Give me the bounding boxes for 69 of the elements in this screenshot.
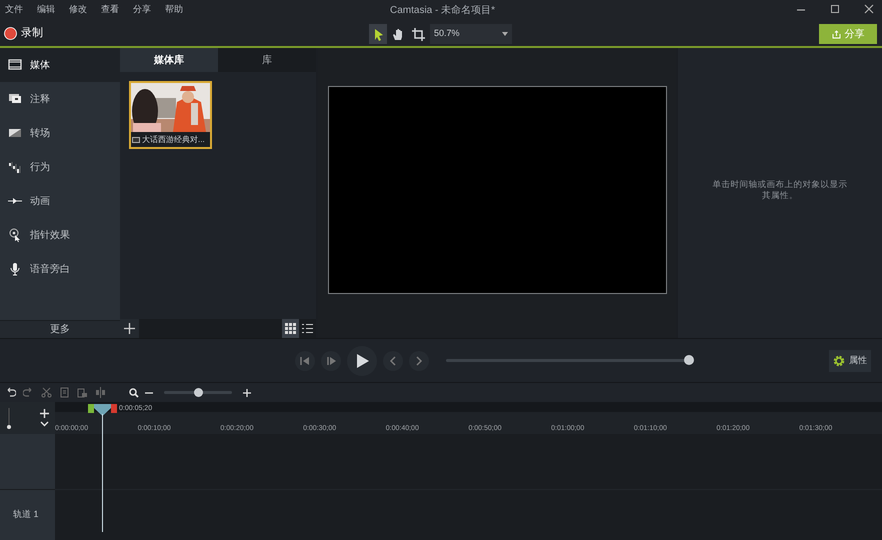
sidebar-item[interactable]: 行为 — [0, 150, 120, 184]
maximize-icon[interactable] — [830, 4, 840, 14]
microphone-icon — [8, 262, 22, 276]
redo-icon — [23, 387, 34, 398]
previous-frame-button[interactable] — [295, 351, 315, 371]
menu-item[interactable]: 查看 — [100, 3, 120, 17]
toolbar-button[interactable] — [5, 387, 16, 398]
plus-icon — [124, 323, 135, 334]
crop-icon — [410, 26, 426, 42]
scissors-icon — [41, 387, 52, 398]
tab[interactable]: 媒体库 — [120, 48, 218, 72]
tool-button[interactable] — [369, 24, 387, 44]
grid-view-button[interactable] — [282, 319, 299, 338]
in-point-marker[interactable] — [88, 404, 94, 413]
properties-button[interactable]: 属性 — [829, 350, 871, 372]
transition-icon — [8, 126, 22, 140]
record-icon — [4, 26, 17, 40]
tab[interactable]: 库 — [218, 48, 316, 72]
chevron-right-icon — [414, 356, 424, 366]
plus-icon[interactable] — [40, 409, 49, 418]
speech-bubble-icon — [8, 92, 22, 106]
plus-icon[interactable] — [243, 388, 251, 396]
split-icon — [95, 387, 106, 398]
zoom-dropdown[interactable]: 50.7% — [430, 24, 512, 44]
list-icon — [302, 323, 313, 334]
sidebar-item[interactable]: 语音旁白 — [0, 252, 120, 286]
window-title: Camtasia - 未命名项目* — [390, 4, 496, 18]
copy-icon — [59, 387, 70, 398]
sidebar-item[interactable]: 指针效果 — [0, 218, 120, 252]
cursor-icon — [8, 228, 22, 242]
sidebar-item[interactable]: 注释 — [0, 82, 120, 116]
next-frame-button[interactable] — [321, 351, 341, 371]
media-thumbnail[interactable]: 大话西游经典对... — [129, 81, 212, 149]
caret-icon — [502, 32, 508, 36]
play-icon — [354, 353, 370, 369]
record-button[interactable]: 录制 — [4, 24, 43, 42]
track-height-icon — [6, 406, 12, 430]
paste-icon — [77, 387, 88, 398]
previous-button[interactable] — [383, 351, 403, 371]
out-point-marker[interactable] — [111, 404, 117, 413]
next-button[interactable] — [409, 351, 429, 371]
playhead[interactable] — [94, 404, 111, 532]
grid-icon — [285, 323, 296, 334]
track-label: 轨道 1 — [13, 508, 39, 522]
menu-item[interactable]: 帮助 — [164, 3, 184, 17]
share-icon — [832, 30, 840, 38]
search-icon — [129, 388, 139, 398]
menu-item[interactable]: 编辑 — [36, 3, 56, 17]
chevron-down-icon[interactable] — [40, 421, 49, 427]
sidebar-item[interactable]: 动画 — [0, 184, 120, 218]
menu-item[interactable]: 分享 — [132, 3, 152, 17]
play-button[interactable] — [347, 346, 377, 376]
step-back-icon — [300, 356, 310, 366]
sidebar-item[interactable]: 媒体 — [0, 48, 120, 82]
step-forward-icon — [326, 356, 336, 366]
film-icon — [8, 58, 22, 72]
chevron-left-icon — [388, 356, 398, 366]
more-button[interactable]: 更多 — [0, 320, 120, 338]
gear-icon — [833, 355, 845, 367]
add-button[interactable] — [120, 319, 139, 338]
sidebar-item[interactable]: 转场 — [0, 116, 120, 150]
video-icon — [132, 136, 140, 142]
media-label: 大话西游经典对... — [142, 134, 205, 146]
bars-icon — [8, 160, 22, 174]
menu-item[interactable]: 修改 — [68, 3, 88, 17]
close-icon[interactable] — [864, 4, 874, 14]
menu-item[interactable]: 文件 — [4, 3, 24, 17]
undo-icon — [5, 387, 16, 398]
properties-hint: 单击时间轴或画布上的对象以显示其属性。 — [712, 179, 848, 201]
